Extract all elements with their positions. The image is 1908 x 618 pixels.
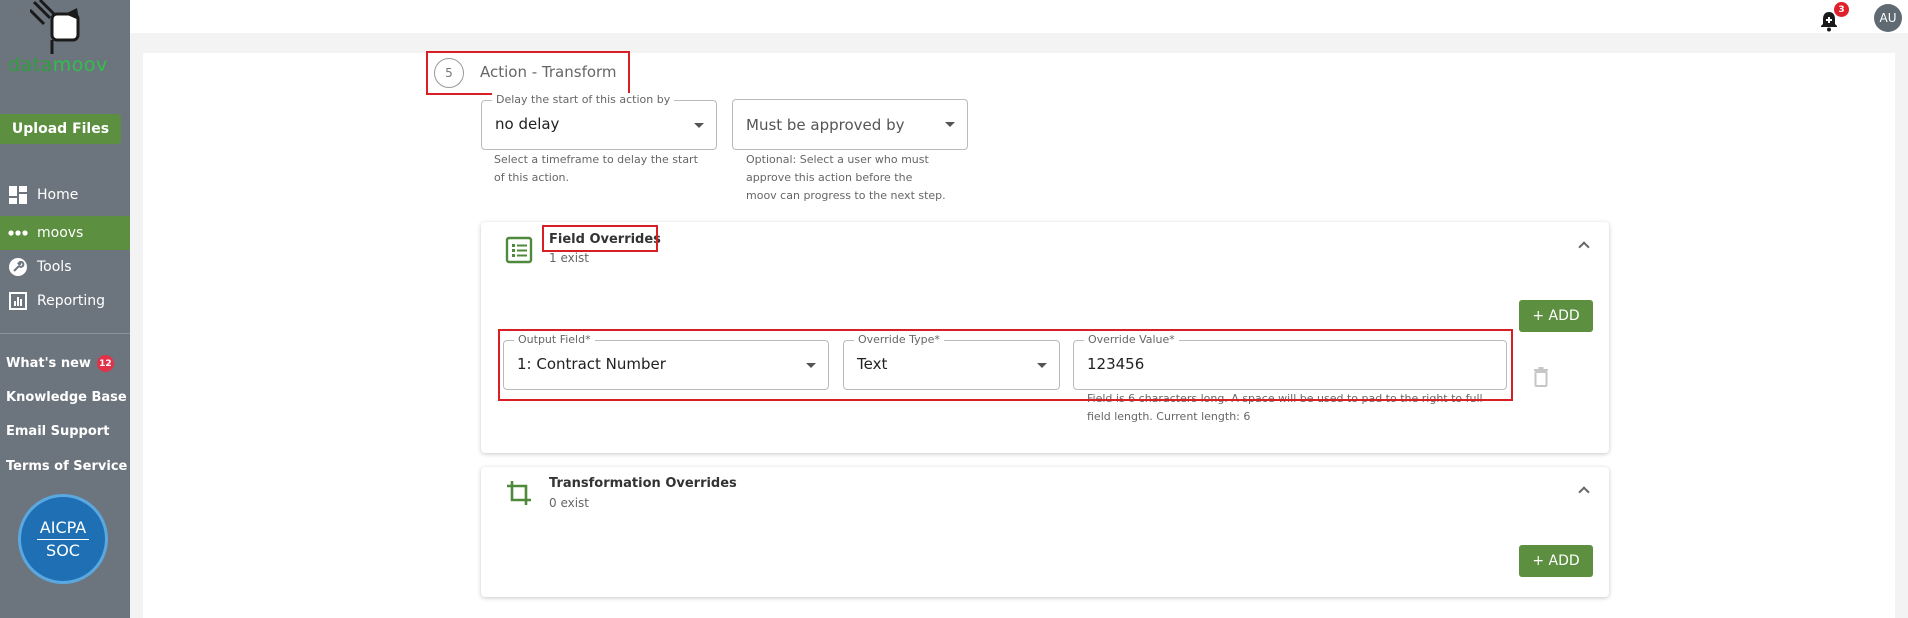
- logo-text-data: data: [8, 54, 53, 76]
- sidebar-item-tools[interactable]: Tools: [0, 250, 130, 284]
- delay-select-value: no delay: [495, 115, 560, 133]
- approver-helper-text: Optional: Select a user who must approve…: [746, 153, 946, 202]
- transformation-overrides-card: Transformation Overrides 0 exist + ADD: [481, 467, 1609, 597]
- approver-select[interactable]: Must be approved by: [732, 99, 968, 150]
- logo-mark-icon: [30, 0, 80, 54]
- sidebar-item-moovs[interactable]: moovs: [0, 216, 130, 250]
- step-title: Action - Transform: [480, 63, 617, 81]
- sidebar-divider: [0, 333, 130, 334]
- chevron-up-icon[interactable]: [1578, 241, 1590, 253]
- list-icon: [505, 236, 533, 264]
- email-support-link[interactable]: Email Support: [6, 424, 109, 439]
- moovs-dots-icon: [8, 223, 28, 243]
- chevron-down-icon: [694, 123, 704, 128]
- field-overrides-count: 1 exist: [549, 251, 590, 265]
- whats-new-link[interactable]: What's new 12: [6, 355, 114, 372]
- highlight-override-row: [498, 329, 1513, 401]
- sidebar-item-label: Reporting: [37, 293, 106, 309]
- aicpa-soc-badge: AICPA SOC: [18, 494, 108, 584]
- chevron-down-icon: [945, 122, 955, 127]
- add-transformation-override-button[interactable]: + ADD: [1519, 545, 1593, 577]
- whats-new-label: What's new: [6, 356, 91, 371]
- datamoov-logo[interactable]: datamoov: [0, 0, 130, 78]
- delay-select-label: Delay the start of this action by: [492, 93, 675, 106]
- knowledge-base-link[interactable]: Knowledge Base: [6, 390, 127, 405]
- transformation-overrides-title: Transformation Overrides: [549, 476, 737, 491]
- chevron-up-icon[interactable]: [1578, 486, 1590, 498]
- sidebar-item-label: Home: [37, 187, 79, 203]
- approver-select-placeholder: Must be approved by: [746, 116, 905, 134]
- add-field-override-button[interactable]: + ADD: [1519, 300, 1593, 332]
- crop-icon: [507, 481, 531, 505]
- sidebar-item-label: moovs: [37, 225, 84, 241]
- top-bar: [130, 0, 1908, 33]
- whats-new-badge: 12: [96, 355, 114, 372]
- upload-files-button[interactable]: Upload Files: [0, 114, 121, 144]
- sidebar: datamoov Upload Files Home moovs Tools R…: [0, 0, 130, 618]
- logo-text-moov: moov: [52, 54, 108, 76]
- sidebar-item-reporting[interactable]: Reporting: [0, 284, 130, 318]
- aicpa-badge-line1: AICPA: [39, 517, 87, 537]
- aicpa-badge-divider: [37, 538, 89, 540]
- transformation-overrides-count: 0 exist: [549, 496, 590, 510]
- terms-of-service-link[interactable]: Terms of Service: [6, 459, 127, 474]
- delay-helper-text: Select a timeframe to delay the start of…: [494, 153, 698, 184]
- chart-icon: [8, 291, 28, 311]
- wrench-icon: [8, 257, 28, 277]
- logo-text: datamoov: [8, 54, 108, 76]
- notification-count-badge: 3: [1834, 2, 1849, 17]
- delay-select[interactable]: Delay the start of this action by no del…: [481, 93, 717, 150]
- sidebar-item-home[interactable]: Home: [0, 178, 130, 212]
- user-avatar[interactable]: AU: [1874, 4, 1902, 32]
- trash-icon[interactable]: [1533, 367, 1549, 387]
- home-grid-icon: [8, 185, 28, 205]
- step-number: 5: [434, 58, 464, 88]
- highlight-field-overrides-title: [542, 225, 658, 252]
- sidebar-item-label: Tools: [37, 259, 72, 275]
- aicpa-badge-line2: SOC: [46, 540, 80, 560]
